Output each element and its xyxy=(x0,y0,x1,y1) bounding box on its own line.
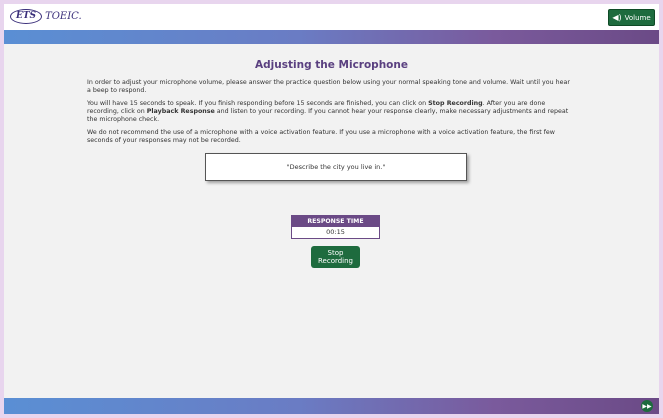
fast-forward-icon: ▶▶ xyxy=(642,402,652,410)
instruction-paragraph-3: We do not recommend the use of a microph… xyxy=(87,129,555,144)
bottom-gradient-bar xyxy=(4,398,659,414)
instructions-text: In order to adjust your microphone volum… xyxy=(87,79,575,150)
stop-label-line2: Recording xyxy=(317,257,353,265)
stop-recording-emphasis: Stop Recording xyxy=(428,100,483,107)
instruction-paragraph-1: In order to adjust your microphone volum… xyxy=(87,79,570,94)
stop-recording-button[interactable]: Stop Recording xyxy=(311,246,360,268)
continue-button[interactable]: ▶▶ xyxy=(641,400,653,412)
page-title: Adjusting the Microphone xyxy=(255,59,408,71)
volume-button[interactable]: ◀) Volume xyxy=(608,9,655,26)
practice-question-box: "Describe the city you live in." xyxy=(205,153,467,181)
response-time-value: 00:15 xyxy=(326,228,345,236)
practice-question-text: "Describe the city you live in." xyxy=(286,163,386,171)
response-time-label: RESPONSE TIME xyxy=(292,216,379,227)
header-bar: ETS TOEIC. ◀) Volume xyxy=(4,4,659,30)
instruction-paragraph-2: You will have 15 seconds to speak. If yo… xyxy=(87,100,569,123)
ets-toeic-logo: ETS TOEIC. xyxy=(10,9,82,24)
playback-response-emphasis: Playback Response xyxy=(146,108,215,115)
top-gradient-bar xyxy=(4,30,659,44)
speaker-icon: ◀) xyxy=(612,13,622,22)
response-time-panel: RESPONSE TIME 00:15 xyxy=(291,215,380,239)
ets-logo-badge: ETS xyxy=(10,9,43,24)
toeic-logo-text: TOEIC. xyxy=(45,11,82,22)
volume-label: Volume xyxy=(624,13,651,22)
stop-label-line1: Stop xyxy=(327,249,344,257)
test-window: ETS TOEIC. ◀) Volume Adjusting the Micro… xyxy=(4,4,659,414)
